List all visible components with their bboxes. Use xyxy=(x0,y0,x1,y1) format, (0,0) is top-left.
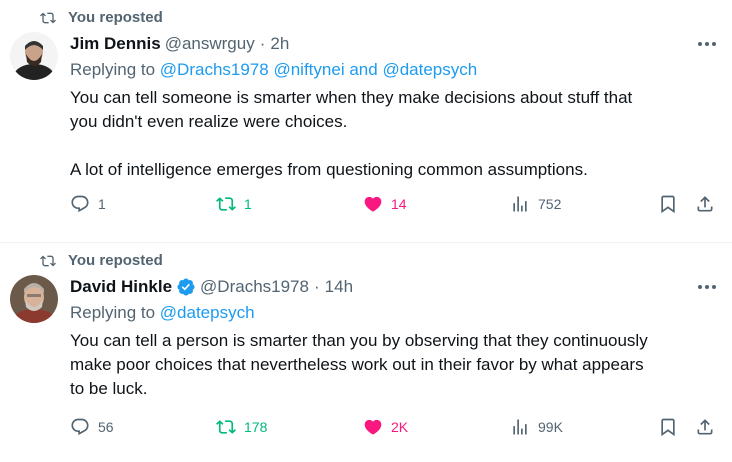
tweet-body: Jim Dennis @answrguy · 2h Replying to @D… xyxy=(70,32,718,182)
reply-button[interactable]: 56 xyxy=(70,417,114,437)
repost-label: You reposted xyxy=(68,9,163,26)
timestamp[interactable]: 14h xyxy=(325,275,353,299)
replying-to: Replying to @Drachs1978 @niftynei and @d… xyxy=(70,58,718,82)
separator-dot: · xyxy=(259,34,266,53)
tweet-text: You can tell someone is smarter when the… xyxy=(70,88,633,179)
like-count: 2K xyxy=(391,419,409,435)
reply-button[interactable]: 1 xyxy=(70,194,106,214)
tweet-header: David Hinkle @Drachs1978 · 14h xyxy=(70,275,718,299)
repost-indicator: You reposted xyxy=(40,9,163,26)
reply-icon xyxy=(71,418,89,436)
like-button[interactable]: 2K xyxy=(363,417,408,437)
bookmark-icon xyxy=(661,195,675,214)
bookmark-button[interactable] xyxy=(658,194,678,214)
repost-label: You reposted xyxy=(68,252,163,269)
views-button[interactable]: 752 xyxy=(510,194,561,214)
repost-count: 178 xyxy=(244,419,268,435)
share-button[interactable] xyxy=(695,194,715,214)
timestamp[interactable]: 2h xyxy=(270,32,289,56)
reply-icon xyxy=(71,195,89,213)
replying-to: Replying to @datepsych xyxy=(70,301,718,325)
repost-count: 1 xyxy=(244,196,252,212)
like-button[interactable]: 14 xyxy=(363,194,407,214)
heart-icon xyxy=(364,419,382,435)
more-icon[interactable] xyxy=(696,281,718,293)
bookmark-icon xyxy=(661,418,675,437)
tweet[interactable]: You reposted David Hinkle @Drachs1978 · … xyxy=(0,243,732,462)
mention-link[interactable]: @datepsych xyxy=(382,60,477,79)
repost-button[interactable]: 1 xyxy=(216,194,252,214)
views-button[interactable]: 99K xyxy=(510,417,563,437)
repost-button[interactable]: 178 xyxy=(216,417,267,437)
reply-count: 1 xyxy=(98,196,106,212)
views-icon xyxy=(513,419,527,435)
tweet-body: David Hinkle @Drachs1978 · 14h Replying … xyxy=(70,275,718,401)
author-name[interactable]: Jim Dennis xyxy=(70,32,161,56)
share-icon xyxy=(697,196,713,212)
mention-joiner: and xyxy=(349,60,378,79)
share-icon xyxy=(697,419,713,435)
avatar[interactable] xyxy=(10,275,58,323)
repost-icon xyxy=(216,197,236,211)
separator-dot: · xyxy=(313,277,320,296)
bookmark-button[interactable] xyxy=(658,417,678,437)
tweet-header: Jim Dennis @answrguy · 2h xyxy=(70,32,718,56)
repost-icon xyxy=(40,255,56,266)
tweet[interactable]: You reposted Jim Dennis @answrguy · 2h R… xyxy=(0,0,732,243)
tweet-text: You can tell a person is smarter than yo… xyxy=(70,331,648,398)
mention-link[interactable]: @Drachs1978 xyxy=(160,60,269,79)
mention-link[interactable]: @datepsych xyxy=(160,303,255,322)
share-button[interactable] xyxy=(695,417,715,437)
verified-badge-icon[interactable] xyxy=(176,277,196,297)
avatar[interactable] xyxy=(10,32,58,80)
views-count: 752 xyxy=(538,196,562,212)
mention-link[interactable]: @niftynei xyxy=(273,60,344,79)
views-count: 99K xyxy=(538,419,563,435)
author-handle[interactable]: @answrguy xyxy=(165,32,255,56)
replying-prefix: Replying to xyxy=(70,303,156,322)
more-icon[interactable] xyxy=(696,38,718,50)
reply-count: 56 xyxy=(98,419,114,435)
author-handle[interactable]: @Drachs1978 xyxy=(200,275,309,299)
repost-indicator: You reposted xyxy=(40,252,163,269)
author-name[interactable]: David Hinkle xyxy=(70,275,172,299)
replying-prefix: Replying to xyxy=(70,60,156,79)
repost-icon xyxy=(40,12,56,23)
like-count: 14 xyxy=(391,196,407,212)
repost-icon xyxy=(216,420,236,434)
views-icon xyxy=(513,196,527,212)
heart-icon xyxy=(364,196,382,212)
